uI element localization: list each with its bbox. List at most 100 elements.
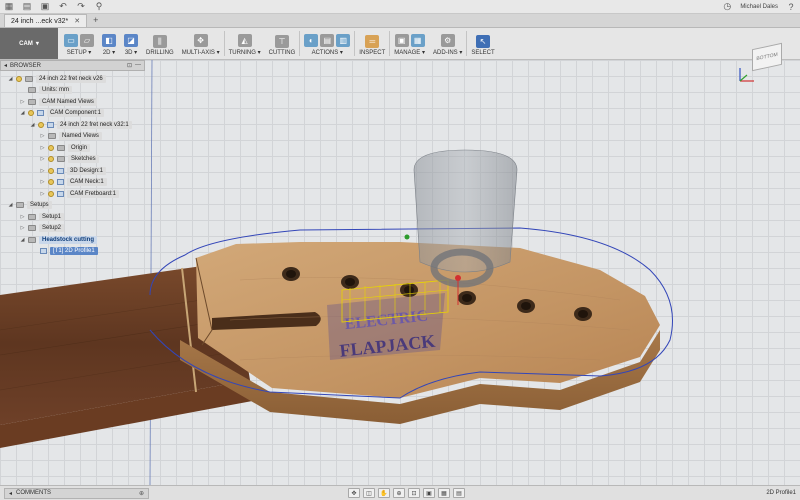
expand-icon[interactable]: ▷ xyxy=(40,156,45,162)
drill-icon: ⫼ xyxy=(152,35,167,48)
expand-icon[interactable]: ▷ xyxy=(40,179,45,185)
add-comment-icon[interactable]: ⊕ xyxy=(139,490,144,497)
2d-group[interactable]: ◧ 2D ▾ xyxy=(98,28,120,59)
pan-icon[interactable]: ✋ xyxy=(378,488,390,498)
document-tabs: 24 inch ...eck v32* ✕ + xyxy=(0,14,800,28)
folder-icon xyxy=(57,144,65,151)
operation-icon xyxy=(40,248,47,255)
multiaxis-icon: ✥ xyxy=(193,34,208,47)
tree-node-setup2[interactable]: ▷ Setup2 xyxy=(0,223,145,235)
browser-header[interactable]: ◂ BROWSER ⊡ — xyxy=(0,60,145,71)
pin-icon[interactable]: ⊡ xyxy=(127,62,132,69)
component-icon xyxy=(47,121,54,128)
expand-icon[interactable]: ▷ xyxy=(40,168,45,174)
expand-icon[interactable]: ▷ xyxy=(40,133,45,139)
tree-node-document[interactable]: ◢ 24 inch 22 fret neck v26 xyxy=(0,73,145,85)
folder-icon xyxy=(28,98,36,105)
tree-node-cam-named-views[interactable]: ▷ CAM Named Views xyxy=(0,96,145,108)
inspect-group[interactable]: ═ INSPECT xyxy=(355,28,389,59)
expand-icon[interactable]: ▷ xyxy=(20,99,25,105)
collapse-icon[interactable]: ◂ xyxy=(9,490,12,497)
tree-node-cam-fretboard[interactable]: ▷ CAM Fretboard:1 xyxy=(0,188,145,200)
expand-icon[interactable]: ◢ xyxy=(20,110,25,116)
expand-icon[interactable]: ▷ xyxy=(20,225,25,231)
expand-icon[interactable]: ◢ xyxy=(20,237,25,243)
origin-axis-line xyxy=(149,60,153,485)
panel-close-icon[interactable]: — xyxy=(135,62,141,69)
expand-icon[interactable]: ▷ xyxy=(20,214,25,220)
viewports-icon[interactable]: ▤ xyxy=(453,488,465,498)
inspect-icon: ═ xyxy=(365,35,380,48)
turning-group[interactable]: ◭ TURNING ▾ xyxy=(225,28,265,59)
folder-icon xyxy=(48,133,56,140)
document-tab-title: 24 inch ...eck v32* xyxy=(11,17,69,25)
document-tab[interactable]: 24 inch ...eck v32* ✕ xyxy=(4,14,88,27)
manage-label: MANAGE ▾ xyxy=(394,50,425,56)
tree-node-origin[interactable]: ▷ Origin xyxy=(0,142,145,154)
look-at-icon[interactable]: ◫ xyxy=(363,488,375,498)
drilling-group[interactable]: ⫼ DRILLING xyxy=(142,28,178,59)
tree-node-named-views[interactable]: ▷ Named Views xyxy=(0,131,145,143)
expand-icon[interactable]: ▷ xyxy=(40,191,45,197)
display-settings-icon[interactable]: ▣ xyxy=(423,488,435,498)
visibility-icon[interactable] xyxy=(38,121,44,128)
multiaxis-group[interactable]: ✥ MULTI-AXIS ▾ xyxy=(178,28,224,59)
grid-icon[interactable]: ▦ xyxy=(438,488,450,498)
visibility-icon[interactable] xyxy=(48,167,54,174)
tree-node-units[interactable]: Units: mm xyxy=(0,85,145,97)
workspace-switcher[interactable]: CAM ▾ xyxy=(0,28,58,59)
3d-group[interactable]: ◪ 3D ▾ xyxy=(120,28,142,59)
tree-node-cam-component[interactable]: ◢ CAM Component:1 xyxy=(0,108,145,120)
tree-node-sketches[interactable]: ▷ Sketches xyxy=(0,154,145,166)
comments-panel[interactable]: ◂ COMMENTS ⊕ xyxy=(4,487,149,499)
tree-node-setup1[interactable]: ▷ Setup1 xyxy=(0,211,145,223)
close-tab-icon[interactable]: ✕ xyxy=(74,17,80,25)
tree-node-cam-neck[interactable]: ▷ CAM Neck:1 xyxy=(0,177,145,189)
clock-icon[interactable]: ◷ xyxy=(722,1,732,12)
toolbar-ribbon: CAM ▾ ▭ ▱ SETUP ▾ ◧ 2D ▾ ◪ 3D ▾ ⫼ DRILLING… xyxy=(0,28,800,60)
help-icon[interactable]: ? xyxy=(786,2,796,12)
expand-icon[interactable]: ◢ xyxy=(8,76,13,82)
status-text: 2D Profile1 xyxy=(766,490,796,496)
compute-icon[interactable]: ⚲ xyxy=(94,1,104,12)
visibility-icon[interactable] xyxy=(48,156,54,163)
visibility-icon[interactable] xyxy=(16,75,22,82)
tree-node-headstock-cutting[interactable]: ◢ Headstock cutting xyxy=(0,234,145,246)
orbit-icon[interactable]: ✥ xyxy=(348,488,360,498)
user-name[interactable]: Michael Dales xyxy=(740,4,778,10)
tree-node-3d-design[interactable]: ▷ 3D Design:1 xyxy=(0,165,145,177)
undo-icon[interactable]: ↶ xyxy=(58,1,68,12)
3d-label: 3D ▾ xyxy=(124,50,138,56)
turning-label: TURNING ▾ xyxy=(228,50,261,56)
setup-group[interactable]: ▭ ▱ SETUP ▾ xyxy=(60,28,98,59)
folder-icon: ▱ xyxy=(80,34,94,47)
expand-icon[interactable]: ▷ xyxy=(40,145,45,151)
action2-icon: ▤ xyxy=(320,34,335,47)
fit-icon[interactable]: ⊡ xyxy=(408,488,420,498)
collapse-icon[interactable]: ◂ xyxy=(4,62,7,69)
tree-node-2d-profile[interactable]: [T1] 2D Profile1 xyxy=(0,246,145,258)
save-icon[interactable]: ▣ xyxy=(40,1,50,12)
cutting-group[interactable]: ⊤ CUTTING xyxy=(265,28,300,59)
browser-title: BROWSER xyxy=(10,62,42,69)
select-group[interactable]: ↖ SELECT xyxy=(467,28,498,59)
expand-icon[interactable]: ◢ xyxy=(30,122,35,128)
visibility-icon[interactable] xyxy=(48,144,54,151)
manage-group[interactable]: ▣ ▦ MANAGE ▾ xyxy=(390,28,429,59)
tree-node-neck-component[interactable]: ◢ 24 inch 22 fret neck v32:1 xyxy=(0,119,145,131)
actions-group[interactable]: ◐ ▤ ▥ ACTIONS ▾ xyxy=(300,28,354,59)
file-icon[interactable]: ▤ xyxy=(22,1,32,12)
inspect-label: INSPECT xyxy=(359,50,386,56)
new-tab-icon[interactable]: + xyxy=(93,15,98,25)
expand-icon[interactable]: ◢ xyxy=(8,202,13,208)
select-label: SELECT xyxy=(471,50,495,56)
redo-icon[interactable]: ↷ xyxy=(76,1,86,12)
visibility-icon[interactable] xyxy=(48,179,54,186)
addins-group[interactable]: ⚙ ADD-INS ▾ xyxy=(429,28,466,59)
visibility-icon[interactable] xyxy=(28,110,34,117)
visibility-icon[interactable] xyxy=(48,190,54,197)
zoom-icon[interactable]: ⊕ xyxy=(393,488,405,498)
tree-node-setups[interactable]: ◢ Setups xyxy=(0,200,145,212)
document-icon xyxy=(25,75,33,82)
app-grid-icon[interactable]: ▦ xyxy=(4,1,14,12)
